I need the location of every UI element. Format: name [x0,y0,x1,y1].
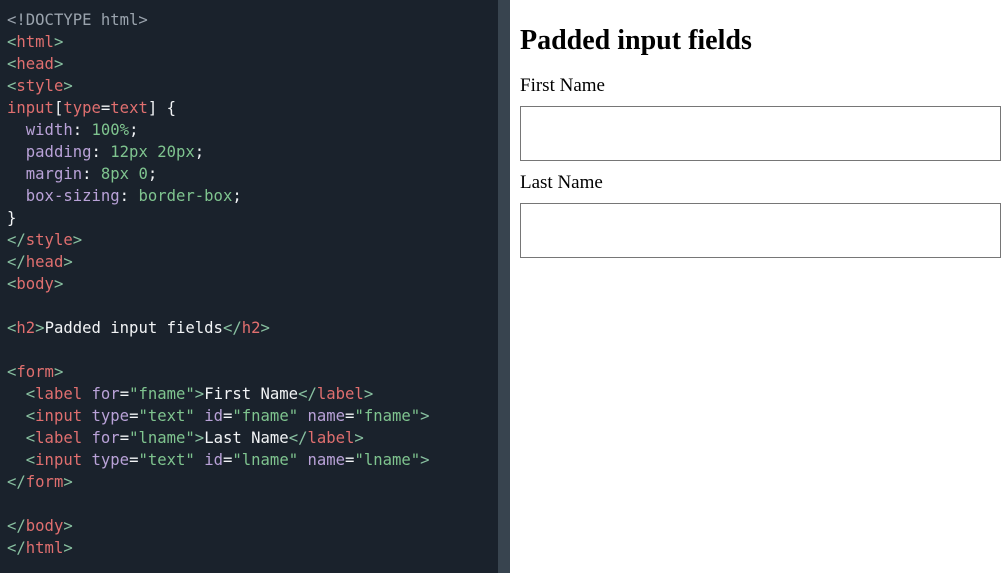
code-line: <html> [7,33,64,51]
code-line: <style> [7,77,73,95]
first-name-label: First Name [520,75,605,96]
code-line: <head> [7,55,64,73]
result-preview: Padded input fields First Name Last Name [520,0,1001,269]
pane-divider[interactable] [498,0,510,573]
code-line: </form> [7,473,73,491]
code-line: </style> [7,231,83,249]
code-line: margin: 8px 0; [25,165,158,183]
last-name-label: Last Name [520,172,603,193]
code-line: padding: 12px 20px; [25,143,205,161]
page-heading: Padded input fields [520,25,752,56]
code-line: width: 100%; [25,121,139,139]
code-line: <input type="text" id="fname" name="fnam… [25,407,430,425]
code-line: box-sizing: border-box; [25,187,242,205]
code-editor[interactable]: <!DOCTYPE html> <html> <head> <style> in… [0,0,498,573]
first-name-input[interactable] [520,106,1001,161]
code-line: </head> [7,253,73,271]
code-line: <!DOCTYPE html> [7,11,148,29]
code-line: </html> [7,539,73,557]
code-line: <input type="text" id="lname" name="lnam… [25,451,430,469]
code-line: <label for="lname">Last Name</label> [25,429,364,447]
code-line: </body> [7,517,73,535]
code-line: input[type=text] { [7,99,177,117]
code-line: <label for="fname">First Name</label> [25,385,374,403]
code-line: <form> [7,363,64,381]
code-content[interactable]: <!DOCTYPE html> <html> <head> <style> in… [7,9,430,559]
code-line: } [7,209,17,227]
last-name-input[interactable] [520,203,1001,258]
code-line: <h2>Padded input fields</h2> [7,319,270,337]
code-line: <body> [7,275,64,293]
